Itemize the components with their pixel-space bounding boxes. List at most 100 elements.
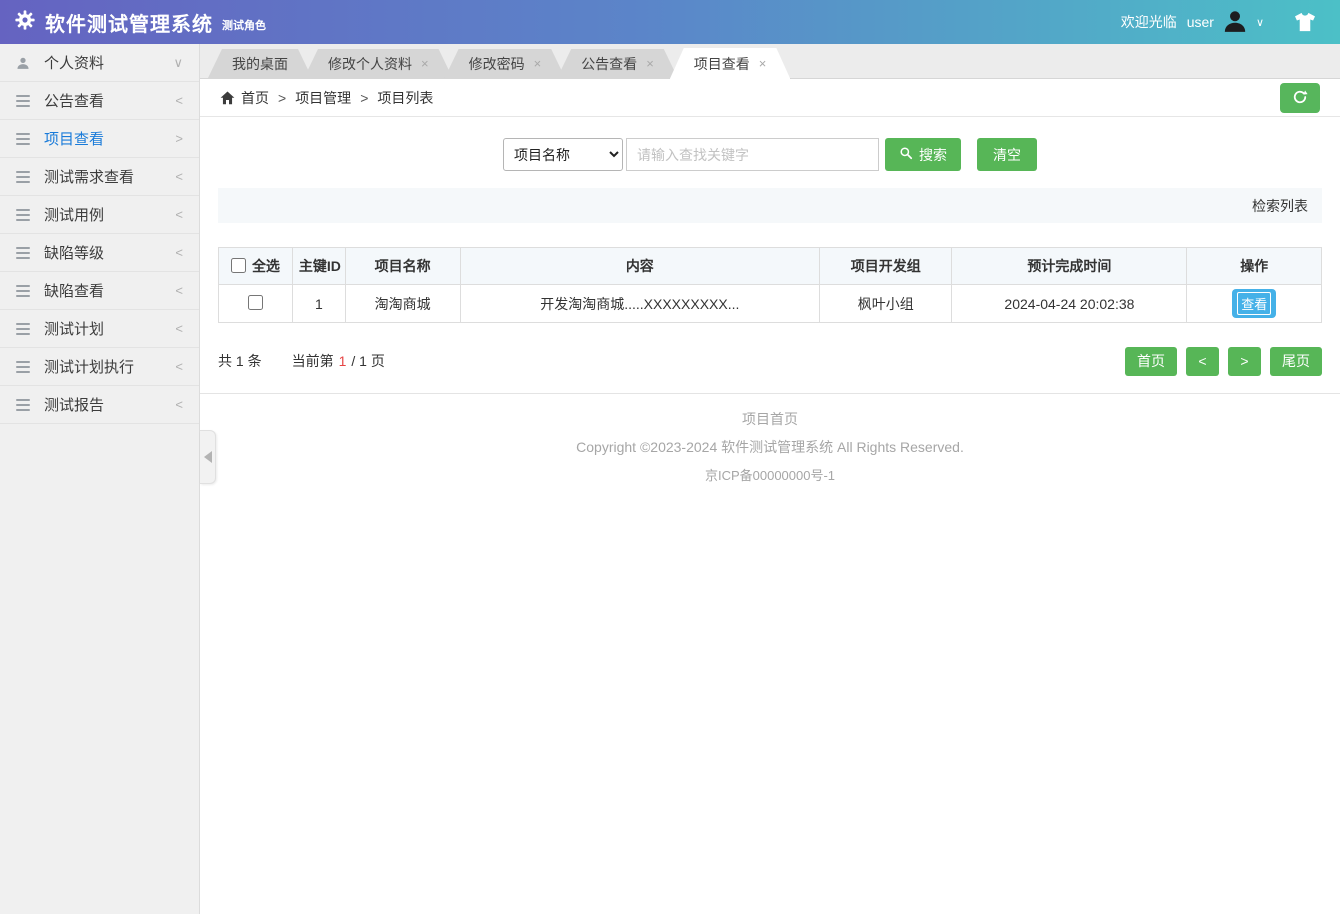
sidebar-item-profile[interactable]: 个人资料 ∨: [0, 44, 199, 82]
theme-tshirt-icon[interactable]: [1288, 11, 1322, 33]
sidebar-item-label: 测试报告: [44, 397, 105, 414]
search-icon: [899, 146, 913, 163]
prev-page-button[interactable]: <: [1186, 346, 1219, 376]
cell-id: 1: [291, 284, 346, 323]
chevron-left-icon: <: [175, 359, 183, 374]
footer-icp: 京ICP备00000000号-1: [704, 468, 836, 483]
sidebar-menu: 个人资料 ∨ 公告查看 < 项目查看 > 测试需求查看 < 测试用例 < 缺陷等级 < 缺陷查看 < 测试计…: [0, 44, 199, 424]
view-button[interactable]: 查看: [1232, 289, 1277, 318]
user-menu[interactable]: user ∨: [1187, 8, 1264, 37]
refresh-icon: [1291, 88, 1309, 109]
header-actions: 操作: [1186, 247, 1322, 285]
chevron-left-icon: <: [175, 397, 183, 412]
sidebar-item-test-reports[interactable]: 测试报告 <: [0, 386, 199, 424]
sidebar-item-defects[interactable]: 缺陷查看 <: [0, 272, 199, 310]
chevron-left-icon: <: [175, 169, 183, 184]
header-dev-group: 项目开发组: [819, 247, 953, 285]
menu-icon: [16, 284, 38, 297]
header-id: 主键ID: [291, 247, 346, 285]
menu-icon: [16, 322, 38, 335]
sidebar-item-label: 个人资料: [44, 55, 105, 72]
header-due-time: 预计完成时间: [951, 247, 1188, 285]
close-icon[interactable]: ×: [534, 56, 542, 71]
sidebar-item-test-cases[interactable]: 测试用例 <: [0, 196, 199, 234]
avatar-icon: [1222, 8, 1248, 37]
menu-icon: [16, 398, 38, 411]
breadcrumb-home[interactable]: 首页: [241, 88, 269, 108]
tab-label: 项目查看: [693, 55, 750, 72]
clear-button[interactable]: 清空: [977, 138, 1037, 171]
row-checkbox[interactable]: [247, 294, 263, 310]
table-header-row: 全选 主键ID 项目名称 内容 项目开发组 预计完成时间 操作: [218, 247, 1322, 285]
close-icon[interactable]: ×: [646, 56, 654, 71]
menu-icon: [16, 132, 38, 145]
app-title: 软件测试管理系统: [45, 13, 213, 36]
cell-project-name: 淘淘商城: [344, 284, 461, 323]
search-row: 项目名称 搜索 清空: [200, 138, 1340, 171]
select-all-checkbox[interactable]: [230, 258, 246, 274]
last-page-button[interactable]: 尾页: [1270, 346, 1322, 376]
breadcrumb-separator: >: [278, 89, 287, 106]
sidebar-item-defect-levels[interactable]: 缺陷等级 <: [0, 234, 199, 272]
sidebar-item-label: 缺陷查看: [44, 283, 105, 300]
close-icon[interactable]: ×: [421, 56, 429, 71]
tab-announcements[interactable]: 公告查看 ×: [557, 49, 678, 78]
chevron-right-icon: >: [175, 131, 183, 146]
chevron-left-icon: <: [175, 283, 183, 298]
home-icon: [220, 91, 235, 105]
breadcrumb-current: 项目列表: [377, 89, 434, 106]
cell-due-time: 2024-04-24 20:02:38: [951, 284, 1188, 323]
tab-desktop[interactable]: 我的桌面: [208, 49, 312, 78]
tab-bar: 我的桌面 修改个人资料 × 修改密码 × 公告查看 × 项目查看 ×: [200, 44, 1340, 79]
sidebar-item-announcements[interactable]: 公告查看 <: [0, 82, 199, 120]
sidebar-item-label: 测试计划: [44, 321, 105, 338]
menu-icon: [16, 246, 38, 259]
list-bar: 检索列表: [218, 188, 1322, 223]
refresh-button[interactable]: [1280, 83, 1320, 113]
sidebar-item-label: 缺陷等级: [44, 245, 105, 262]
tab-label: 公告查看: [581, 55, 638, 72]
chevron-down-icon: ∨: [173, 54, 183, 70]
close-icon[interactable]: ×: [759, 56, 767, 71]
sidebar-item-test-plans[interactable]: 测试计划 <: [0, 310, 199, 348]
search-button[interactable]: 搜索: [885, 138, 961, 171]
total-count: 共 1 条: [218, 353, 262, 369]
cell-select: [218, 284, 293, 323]
main-area: 我的桌面 修改个人资料 × 修改密码 × 公告查看 × 项目查看 × 首页 > 项目管理 > 项…: [200, 44, 1340, 914]
next-page-button[interactable]: >: [1228, 346, 1261, 376]
tab-label: 修改密码: [468, 55, 525, 72]
tab-edit-profile[interactable]: 修改个人资料 ×: [304, 49, 453, 78]
tab-label: 修改个人资料: [328, 55, 412, 72]
menu-icon: [16, 360, 38, 373]
cell-actions: 查看: [1186, 284, 1322, 323]
sidebar-item-label: 测试用例: [44, 207, 105, 224]
sidebar-item-projects[interactable]: 项目查看 >: [0, 120, 199, 158]
menu-icon: [16, 94, 38, 107]
brand: 软件测试管理系统 测试角色: [14, 8, 266, 37]
menu-icon: [16, 208, 38, 221]
cell-dev-group: 枫叶小组: [819, 284, 953, 323]
header-project-name: 项目名称: [344, 247, 461, 285]
page-footer: 项目首页 Copyright ©2023-2024 软件测试管理系统 All R…: [200, 393, 1340, 484]
pagination-buttons: 首页 < > 尾页: [1125, 346, 1322, 376]
search-input[interactable]: [626, 138, 879, 171]
content: 项目名称 搜索 清空: [200, 117, 1340, 914]
table-row: 1 淘淘商城 开发淘淘商城.....XXXXXXXXX... 枫叶小组 2024…: [218, 284, 1322, 323]
sidebar-item-label: 项目查看: [44, 131, 105, 148]
sidebar-collapse-handle[interactable]: [200, 430, 216, 484]
search-field-select[interactable]: 项目名称: [503, 138, 623, 171]
first-page-button[interactable]: 首页: [1125, 346, 1177, 376]
app-header: 软件测试管理系统 测试角色 欢迎光临 user ∨: [0, 0, 1340, 44]
tab-projects[interactable]: 项目查看 ×: [670, 48, 791, 79]
welcome-text: 欢迎光临: [1120, 14, 1177, 30]
sidebar-item-test-plan-execution[interactable]: 测试计划执行 <: [0, 348, 199, 386]
menu-icon: [16, 170, 38, 183]
chevron-left-icon: <: [175, 93, 183, 108]
sidebar-item-test-requirements[interactable]: 测试需求查看 <: [0, 158, 199, 196]
username: user: [1186, 14, 1214, 30]
footer-home-link[interactable]: 项目首页: [200, 409, 1340, 429]
tab-change-password[interactable]: 修改密码 ×: [445, 49, 566, 78]
breadcrumb: 首页 > 项目管理 > 项目列表: [200, 79, 1340, 117]
breadcrumb-project-mgmt[interactable]: 项目管理: [295, 88, 351, 108]
chevron-down-icon: ∨: [1255, 16, 1264, 29]
